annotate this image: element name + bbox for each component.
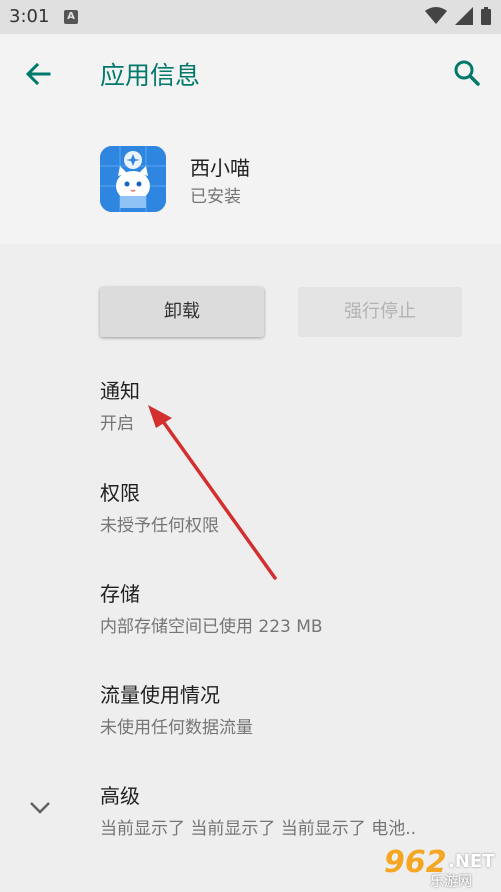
app-install-status: 已安装 [190,187,241,207]
settings-item-title: 存储 [100,582,140,606]
status-bar: 3:01 A [0,0,501,34]
settings-item-subtitle: 开启 [100,414,134,434]
settings-item-subtitle: 当前显示了 当前显示了 当前显示了 电池.. [100,819,417,839]
battery-icon [481,7,491,25]
app-name: 西小喵 [190,156,250,180]
watermark-domain: .NET [448,851,495,872]
wifi-icon [425,7,447,24]
settings-item-subtitle: 未授予任何权限 [100,516,219,536]
app-icon [100,146,166,212]
watermark-logo: 962 .NET 乐游网 [370,845,498,890]
settings-item-title: 高级 [100,784,140,808]
force-stop-button[interactable]: 强行停止 [298,287,462,337]
settings-item-advanced[interactable]: 高级 当前显示了 当前显示了 当前显示了 电池.. [100,780,416,839]
back-arrow-icon[interactable] [22,58,54,90]
page-title: 应用信息 [100,61,201,90]
settings-item-permissions[interactable]: 权限 未授予任何权限 [100,477,219,536]
notification-icon: A [64,10,78,24]
settings-item-notifications[interactable]: 通知 开启 [100,375,140,434]
settings-item-subtitle: 内部存储空间已使用 223 MB [100,617,323,637]
chevron-down-icon[interactable] [26,793,54,821]
settings-item-storage[interactable]: 存储 内部存储空间已使用 223 MB [100,578,323,637]
settings-item-title: 流量使用情况 [100,683,220,707]
settings-item-subtitle: 未使用任何数据流量 [100,718,253,738]
settings-item-title: 通知 [100,379,140,403]
signal-icon [455,7,473,25]
search-icon[interactable] [450,56,484,90]
settings-item-title: 权限 [100,481,140,505]
app-header: 应用信息 西小喵 已安装 [0,34,501,244]
watermark-text: 乐游网 [430,874,472,890]
settings-item-data-usage[interactable]: 流量使用情况 未使用任何数据流量 [100,679,253,738]
uninstall-button[interactable]: 卸载 [100,287,264,337]
status-time: 3:01 [9,6,50,27]
